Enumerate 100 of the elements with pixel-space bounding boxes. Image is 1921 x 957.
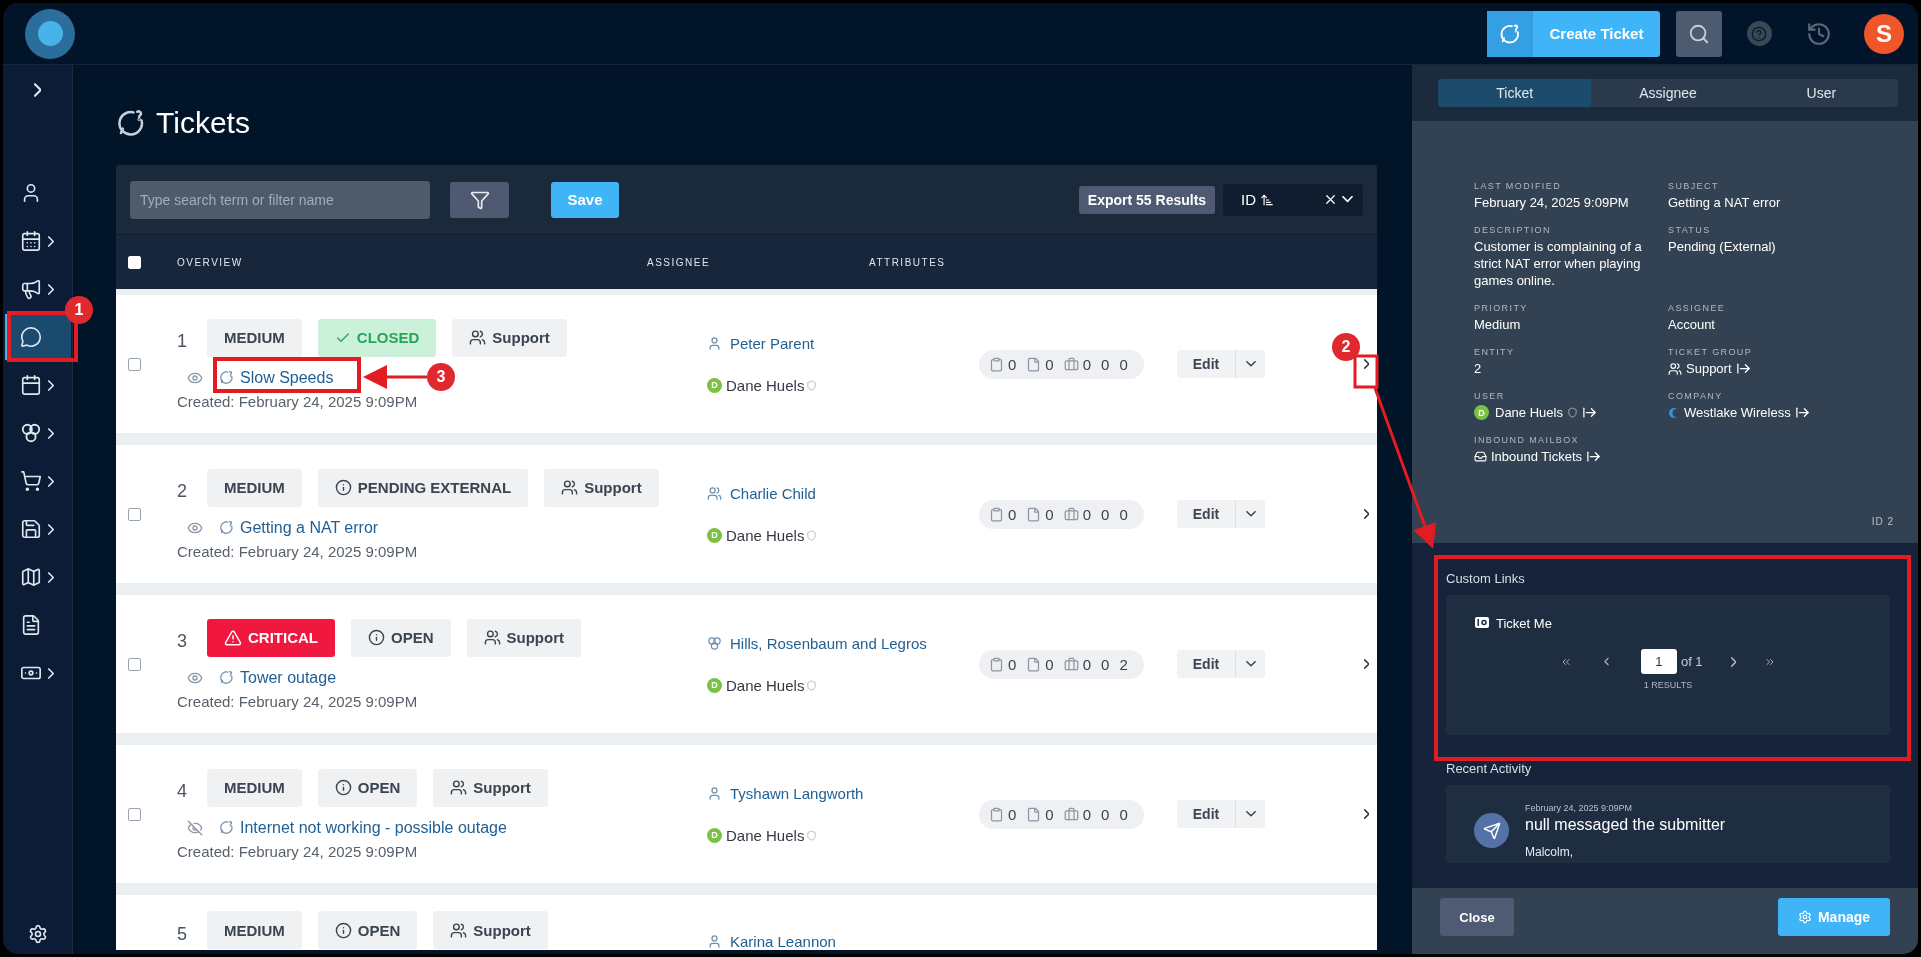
ticket-row[interactable]: 5 MEDIUM OPEN Support Karina Leannon xyxy=(116,895,1377,950)
sort-select[interactable]: ID xyxy=(1223,183,1363,216)
attribute-count: 0 xyxy=(1082,505,1092,523)
row-checkbox[interactable] xyxy=(128,507,141,521)
edit-menu-button[interactable] xyxy=(1235,800,1265,828)
row-checkbox[interactable] xyxy=(128,807,141,821)
clear-sort-button[interactable] xyxy=(1323,192,1338,207)
history-icon xyxy=(1806,20,1832,47)
reporter-name: D Dane Huels xyxy=(707,526,979,544)
app-logo[interactable] xyxy=(25,8,75,59)
page-ticket-icon xyxy=(116,108,146,138)
ticket-id: ID 2 xyxy=(1871,516,1894,527)
panel-tab[interactable]: User xyxy=(1744,79,1898,107)
user-icon xyxy=(707,785,722,801)
file-icon xyxy=(1026,656,1042,672)
field-label: ENTITY xyxy=(1474,347,1516,357)
info-icon xyxy=(334,479,352,496)
ticket-row[interactable]: 3 CRITICAL OPEN Support Tower outage Created: February 24, 2025 9:09PM Hills, Rosenbaum and Legros D Dane Huels 0 0 0 0 2 Edit xyxy=(116,595,1377,733)
field-label: DESCRIPTION xyxy=(1474,225,1552,235)
link-out-icon[interactable] xyxy=(1735,361,1751,376)
user-avatar: D xyxy=(707,527,722,543)
next-page-button[interactable] xyxy=(1730,656,1737,667)
edit-menu-button[interactable] xyxy=(1235,350,1265,378)
open-details-button[interactable] xyxy=(1363,509,1369,519)
close-button[interactable]: Close xyxy=(1440,898,1514,936)
edit-menu-button[interactable] xyxy=(1235,650,1265,678)
field-label: COMPANY xyxy=(1668,391,1724,401)
panel-tab[interactable]: Assignee xyxy=(1591,79,1745,107)
link-out-icon[interactable] xyxy=(1794,405,1810,420)
assignee-link[interactable]: Hills, Rosenbaum and Legros xyxy=(707,634,979,652)
attribute-count: 0 xyxy=(1008,655,1017,673)
created-date: Created: February 24, 2025 9:09PM xyxy=(177,392,419,410)
custom-link[interactable]: Ticket Me xyxy=(1474,615,1890,631)
section-title: Custom Links xyxy=(1446,571,1526,586)
chevron-right-icon xyxy=(47,379,54,391)
annotation-box xyxy=(1353,354,1379,389)
user-icon xyxy=(707,934,722,949)
filter-button[interactable] xyxy=(450,181,509,218)
select-all-checkbox[interactable] xyxy=(128,255,141,269)
sort-dropdown-button[interactable] xyxy=(1342,196,1353,203)
open-details-button[interactable] xyxy=(1363,659,1369,669)
attribute-count: 0 xyxy=(1101,505,1110,523)
search-field[interactable]: Type search term or filter name xyxy=(130,180,430,219)
sort-label: ID xyxy=(1241,191,1256,208)
field-value: Inbound Tickets xyxy=(1491,448,1583,465)
created-date: Created: February 24, 2025 9:09PM xyxy=(177,842,419,860)
eye-off-icon[interactable] xyxy=(187,819,203,836)
ticket-row[interactable]: 2 MEDIUM PENDING EXTERNAL Support Getting a NAT error Created: February 24, 2025 9:09PM Charlie Child D Dane Huels 0 0 0 0 0 Edit xyxy=(116,445,1377,583)
assignee-link[interactable]: Karina Leannon xyxy=(707,933,979,950)
attribute-count: 0 xyxy=(1008,355,1017,373)
reporter-name: D Dane Huels xyxy=(707,376,979,394)
page-title: Tickets xyxy=(156,106,250,140)
attribute-count: 0 xyxy=(1082,355,1092,373)
chevron-down-icon xyxy=(1245,661,1256,667)
assignee-link[interactable]: Tyshawn Langworth xyxy=(707,784,979,802)
chevron-right-icon xyxy=(1363,659,1369,669)
chevron-right-icon xyxy=(47,235,54,247)
status-tag: OPEN xyxy=(351,618,451,657)
link-out-icon[interactable] xyxy=(1586,449,1602,464)
reporter-name: D Dane Huels xyxy=(707,676,979,694)
export-button[interactable]: Export 55 Results xyxy=(1079,185,1215,214)
open-details-button[interactable] xyxy=(1363,359,1369,369)
edit-button[interactable]: Edit xyxy=(1177,350,1235,378)
settings-icon xyxy=(1797,910,1812,924)
close-icon xyxy=(1323,192,1338,207)
row-checkbox[interactable] xyxy=(128,657,141,671)
field-label: STATUS xyxy=(1668,225,1712,235)
file-icon xyxy=(1026,506,1042,522)
open-details-button[interactable] xyxy=(1363,809,1369,819)
chevron-right-icon xyxy=(47,667,54,679)
chevron-right-icon xyxy=(1730,656,1737,667)
edit-menu-button[interactable] xyxy=(1235,500,1265,528)
briefcase-icon xyxy=(1063,356,1079,372)
priority-tag: CRITICAL xyxy=(207,618,335,657)
edit-button[interactable]: Edit xyxy=(1177,650,1235,678)
ticket-link[interactable]: Slow Speeds xyxy=(219,368,334,387)
link-out-icon[interactable] xyxy=(1581,405,1597,420)
field-value: Pending (External) xyxy=(1668,238,1777,255)
chevron-right-icon xyxy=(1363,359,1369,369)
ticket-link[interactable]: Getting a NAT error xyxy=(219,518,379,537)
column-header: ATTRIBUTES xyxy=(869,256,947,268)
search-button[interactable] xyxy=(1676,10,1722,57)
ticket-row[interactable]: 4 MEDIUM OPEN Support Internet not working - possible outage Created: February 24, 2025 9:09PM Tyshawn Langworth D Dane Huels 0 0 0 0 0 Edit xyxy=(116,745,1377,883)
edit-button[interactable]: Edit xyxy=(1177,800,1235,828)
panel-tab[interactable]: Ticket xyxy=(1438,79,1592,107)
assignee-link[interactable]: Charlie Child xyxy=(707,484,979,502)
ticket-link[interactable]: Internet not working - possible outage xyxy=(219,818,507,837)
section-title: Recent Activity xyxy=(1446,761,1533,776)
attribute-count: 0 xyxy=(1082,805,1092,823)
ticket-link[interactable]: Tower outage xyxy=(219,668,337,687)
inbox-icon xyxy=(1474,450,1487,463)
assignee-link[interactable]: Peter Parent xyxy=(707,334,979,352)
clipboard-icon xyxy=(989,806,1004,822)
edit-button[interactable]: Edit xyxy=(1177,500,1235,528)
priority-tag: MEDIUM xyxy=(207,318,302,357)
row-checkbox[interactable] xyxy=(128,357,141,371)
field-label: SUBJECT xyxy=(1668,181,1720,191)
chevron-down-icon xyxy=(1245,811,1256,817)
settings-icon xyxy=(27,924,48,944)
page-input[interactable]: 1 xyxy=(1640,649,1677,674)
